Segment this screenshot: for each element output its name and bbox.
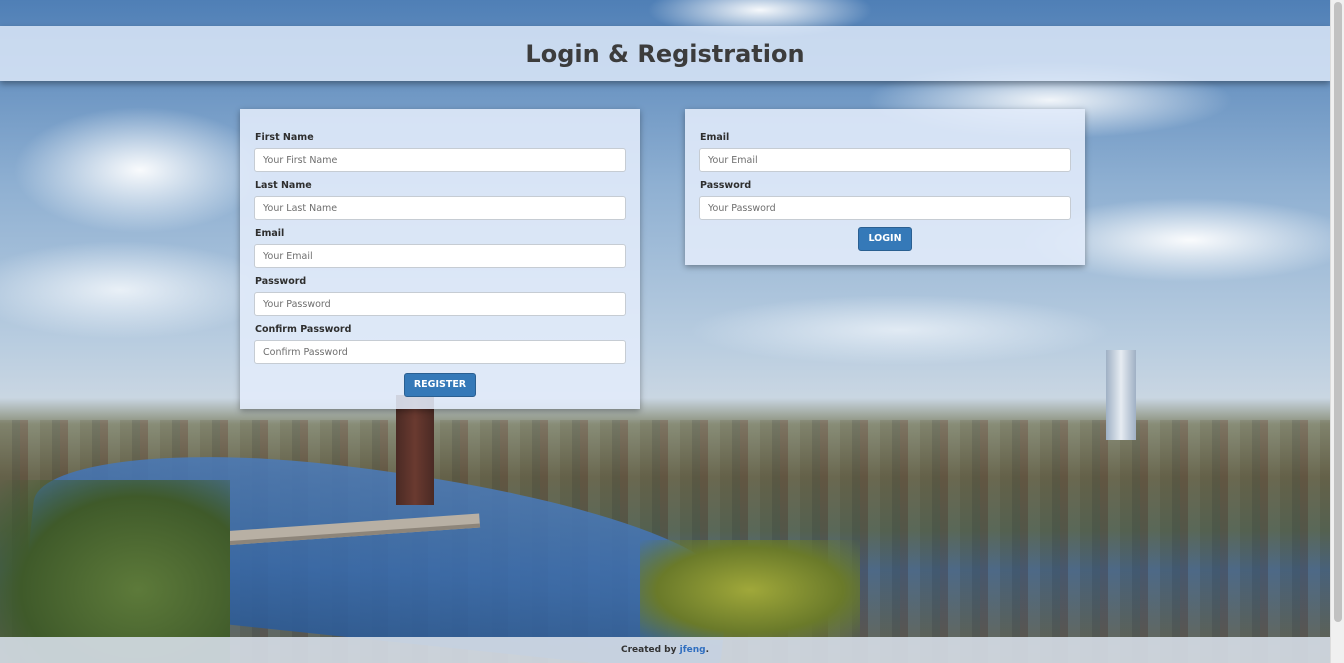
login-password-label: Password	[700, 180, 752, 191]
background-trees-right	[640, 540, 860, 640]
register-email-field[interactable]	[254, 244, 626, 268]
login-button[interactable]: LOGIN	[858, 227, 912, 251]
background-tower-dark	[396, 395, 434, 505]
page-title: Login & Registration	[525, 39, 805, 68]
login-password-field[interactable]	[699, 196, 1071, 220]
footer-suffix: .	[705, 645, 710, 655]
register-password-field[interactable]	[254, 292, 626, 316]
footer-prefix: Created by	[620, 645, 677, 655]
register-button[interactable]: REGISTER	[403, 373, 477, 397]
login-form: Email Password LOGIN	[685, 109, 1085, 265]
page-header: Login & Registration	[0, 26, 1330, 81]
first-name-label: First Name	[255, 132, 314, 143]
register-button-row: REGISTER	[254, 372, 626, 397]
background-trees-left	[0, 480, 230, 663]
page-footer: Created by jfeng.	[0, 637, 1330, 663]
first-name-field[interactable]	[254, 148, 626, 172]
registration-form: First Name Last Name Email Password Conf…	[240, 109, 640, 409]
footer-author-link[interactable]: jfeng	[680, 645, 706, 655]
login-email-label: Email	[700, 132, 730, 143]
confirm-password-field[interactable]	[254, 340, 626, 364]
login-email-field[interactable]	[699, 148, 1071, 172]
register-password-label: Password	[255, 276, 307, 287]
confirm-password-label: Confirm Password	[255, 324, 352, 335]
last-name-label: Last Name	[255, 180, 312, 191]
background-tower	[1106, 350, 1136, 440]
last-name-field[interactable]	[254, 196, 626, 220]
scrollbar-thumb[interactable]	[1334, 2, 1342, 622]
vertical-scrollbar[interactable]	[1330, 0, 1344, 663]
register-email-label: Email	[255, 228, 285, 239]
login-button-row: LOGIN	[699, 226, 1071, 251]
